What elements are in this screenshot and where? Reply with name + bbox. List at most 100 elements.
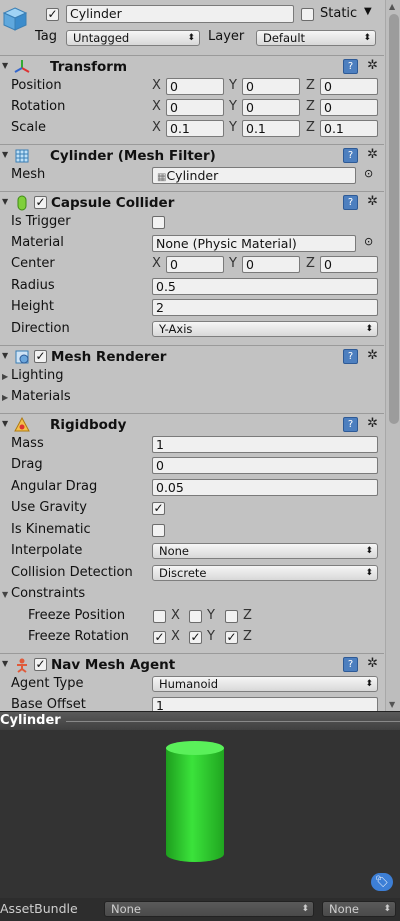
materials-foldout-arrow-icon[interactable]: ▶	[2, 393, 8, 402]
gear-icon[interactable]: ✲	[367, 416, 378, 431]
tag-dropdown[interactable]: Untagged ⬍	[66, 30, 200, 46]
gear-icon[interactable]: ✲	[367, 656, 378, 671]
drag-field[interactable]: 0	[152, 457, 378, 474]
object-picker-icon[interactable]: ⊙	[364, 235, 373, 248]
base-offset-label: Base Offset	[11, 697, 86, 711]
scroll-down-arrow-icon[interactable]: ▼	[389, 700, 395, 709]
z-axis-label: Z	[243, 608, 252, 623]
help-book-icon[interactable]: ?	[343, 417, 358, 432]
capsule-icon	[17, 195, 27, 211]
position-x-field[interactable]: 0	[166, 78, 224, 95]
foldout-arrow-icon[interactable]: ▼	[2, 61, 8, 70]
mesh-filter-header[interactable]: ▼ Cylinder (Mesh Filter) ? ✲	[0, 144, 384, 166]
material-object-field[interactable]: None (Physic Material)	[152, 235, 356, 252]
center-x-field[interactable]: 0	[166, 256, 224, 273]
mass-field[interactable]: 1	[152, 436, 378, 453]
transform-header[interactable]: ▼ Transform ? ✲	[0, 55, 384, 77]
use-gravity-checkbox[interactable]: ✓	[152, 502, 165, 515]
mesh-value: Cylinder	[166, 168, 219, 183]
gear-icon[interactable]: ✲	[367, 194, 378, 209]
freeze-rotation-y-checkbox[interactable]: ✓	[189, 631, 202, 644]
scale-y-field[interactable]: 0.1	[242, 120, 300, 137]
mesh-renderer-enabled-checkbox[interactable]: ✓	[34, 350, 47, 363]
direction-label: Direction	[11, 321, 70, 336]
position-y-field[interactable]: 0	[242, 78, 300, 95]
rotation-z-field[interactable]: 0	[320, 99, 378, 116]
radius-field[interactable]: 0.5	[152, 278, 378, 295]
help-book-icon[interactable]: ?	[343, 657, 358, 672]
freeze-rotation-z-checkbox[interactable]: ✓	[225, 631, 238, 644]
foldout-arrow-icon[interactable]: ▼	[2, 351, 8, 360]
position-z-field[interactable]: 0	[320, 78, 378, 95]
scale-x-field[interactable]: 0.1	[166, 120, 224, 137]
object-name-field[interactable]: Cylinder	[66, 5, 294, 23]
is-kinematic-checkbox[interactable]	[152, 524, 165, 537]
cube-icon	[2, 6, 28, 32]
assetbundle-tag-icon[interactable]: 🏷	[371, 873, 393, 891]
nav-mesh-agent-enabled-checkbox[interactable]: ✓	[34, 658, 47, 671]
preview-viewport[interactable]: 🏷	[0, 730, 400, 898]
layer-dropdown[interactable]: Default ⬍	[256, 30, 376, 46]
help-book-icon[interactable]: ?	[343, 59, 358, 74]
assetbundle-name-dropdown[interactable]: None ⬍	[104, 901, 314, 917]
object-picker-icon[interactable]: ⊙	[364, 167, 373, 180]
foldout-arrow-icon[interactable]: ▼	[2, 150, 8, 159]
base-offset-field[interactable]: 1	[152, 697, 378, 711]
active-checkbox[interactable]: ✓	[46, 8, 59, 21]
lighting-foldout[interactable]: Lighting	[11, 368, 64, 383]
lighting-foldout-arrow-icon[interactable]: ▶	[2, 372, 8, 381]
inspector-scrollbar[interactable]: ▲ ▼	[385, 0, 400, 712]
height-field[interactable]: 2	[152, 299, 378, 316]
capsule-collider-enabled-checkbox[interactable]: ✓	[34, 196, 47, 209]
rotation-x-field[interactable]: 0	[166, 99, 224, 116]
is-kinematic-label: Is Kinematic	[11, 522, 91, 537]
center-z-field[interactable]: 0	[320, 256, 378, 273]
scrollbar-thumb[interactable]	[389, 14, 399, 424]
freeze-position-x-checkbox[interactable]	[153, 610, 166, 623]
scale-z-field[interactable]: 0.1	[320, 120, 378, 137]
static-dropdown-arrow-icon[interactable]: ▼	[364, 6, 372, 17]
static-checkbox[interactable]	[301, 8, 314, 21]
is-trigger-checkbox[interactable]	[152, 216, 165, 229]
mesh-renderer-header[interactable]: ▼ ✓ Mesh Renderer ? ✲	[0, 345, 384, 367]
y-axis-label: Y	[207, 629, 215, 644]
capsule-collider-header[interactable]: ▼ ✓ Capsule Collider ? ✲	[0, 191, 384, 213]
mass-label: Mass	[11, 436, 44, 451]
foldout-arrow-icon[interactable]: ▼	[2, 419, 8, 428]
constraints-foldout-arrow-icon[interactable]: ▼	[2, 590, 8, 599]
center-y-field[interactable]: 0	[242, 256, 300, 273]
assetbundle-label: AssetBundle	[0, 901, 78, 916]
freeze-position-z-checkbox[interactable]	[225, 610, 238, 623]
height-label: Height	[11, 299, 54, 314]
foldout-arrow-icon[interactable]: ▼	[2, 659, 8, 668]
direction-dropdown[interactable]: Y-Axis ⬍	[152, 321, 378, 337]
rigidbody-icon	[14, 417, 30, 432]
agent-type-dropdown[interactable]: Humanoid ⬍	[152, 676, 378, 692]
help-book-icon[interactable]: ?	[343, 195, 358, 210]
gear-icon[interactable]: ✲	[367, 58, 378, 73]
collision-detection-dropdown[interactable]: Discrete ⬍	[152, 565, 378, 581]
gear-icon[interactable]: ✲	[367, 348, 378, 363]
assetbundle-variant-dropdown[interactable]: None ⬍	[322, 901, 396, 917]
assetbundle-variant-value: None	[329, 902, 360, 916]
assetbundle-name-value: None	[111, 902, 142, 916]
preview-header[interactable]: Cylinder	[0, 711, 400, 730]
help-book-icon[interactable]: ?	[343, 349, 358, 364]
freeze-rotation-x-checkbox[interactable]: ✓	[153, 631, 166, 644]
gear-icon[interactable]: ✲	[367, 147, 378, 162]
preview-drag-line	[66, 721, 400, 722]
nav-mesh-agent-header[interactable]: ▼ ✓ Nav Mesh Agent ? ✲	[0, 653, 384, 675]
rigidbody-header[interactable]: ▼ Rigidbody ? ✲	[0, 413, 384, 435]
mesh-object-field[interactable]: ▦Cylinder	[152, 167, 356, 184]
scroll-up-arrow-icon[interactable]: ▲	[389, 2, 395, 11]
rotation-y-field[interactable]: 0	[242, 99, 300, 116]
freeze-position-y-checkbox[interactable]	[189, 610, 202, 623]
updown-arrow-icon: ⬍	[365, 568, 373, 578]
foldout-arrow-icon[interactable]: ▼	[2, 197, 8, 206]
interpolate-dropdown[interactable]: None ⬍	[152, 543, 378, 559]
angular-drag-field[interactable]: 0.05	[152, 479, 378, 496]
constraints-foldout[interactable]: Constraints	[11, 586, 85, 601]
updown-arrow-icon: ⬍	[365, 324, 373, 334]
materials-foldout[interactable]: Materials	[11, 389, 71, 404]
help-book-icon[interactable]: ?	[343, 148, 358, 163]
